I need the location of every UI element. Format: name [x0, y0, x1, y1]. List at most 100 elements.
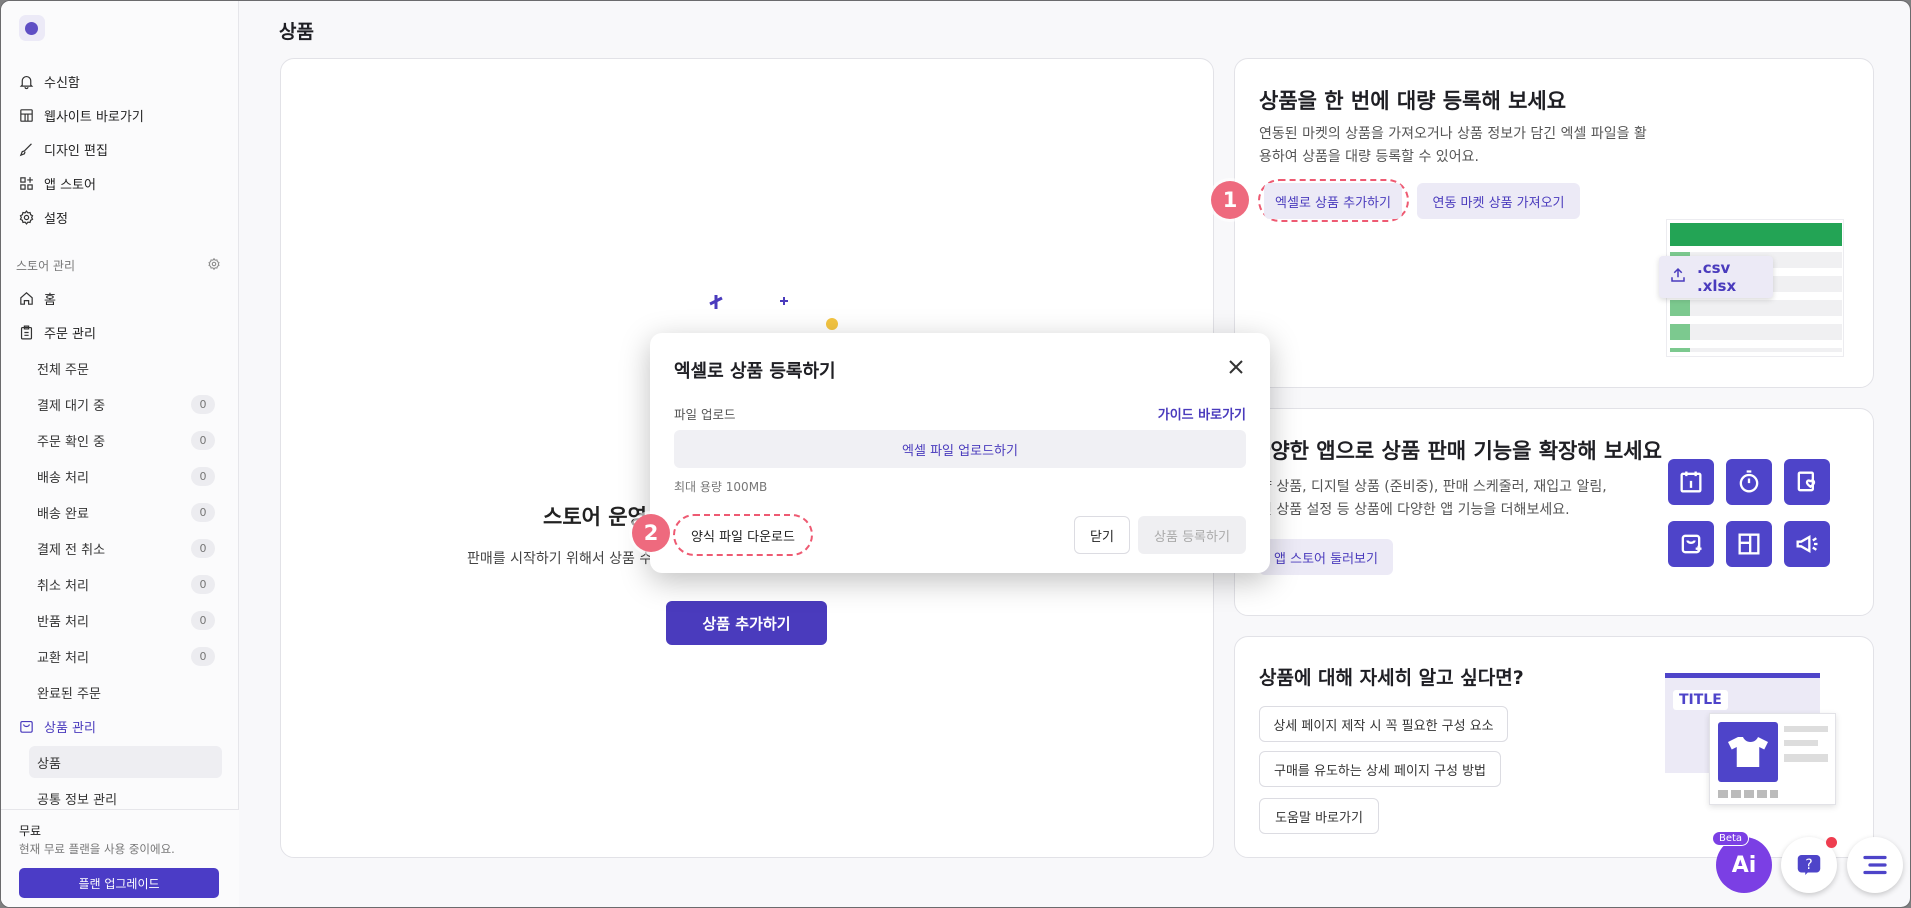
sidebar-subitem-cancel[interactable]: 취소 처리 0 — [37, 568, 223, 600]
sidebar-item-products[interactable]: 상품 관리 — [1, 711, 239, 741]
add-product-button[interactable]: 상품 추가하기 — [666, 601, 827, 645]
notification-dot — [1826, 837, 1837, 848]
sidebar-item-settings[interactable]: 설정 — [1, 202, 239, 232]
sidebar-subitem-shipping[interactable]: 배송 처리 0 — [37, 460, 223, 492]
count-badge: 0 — [191, 574, 215, 594]
calendar-icon — [1668, 459, 1714, 505]
sidebar-item-inbox[interactable]: 수신함 — [1, 66, 239, 96]
box-icon — [17, 717, 35, 735]
count-badge: 0 — [191, 466, 215, 486]
bulk-card-desc-2: 용하여 상품을 대량 등록할 수 있어요. — [1259, 149, 1479, 165]
beta-badge: Beta — [1712, 831, 1750, 846]
sidebar: 수신함 웹사이트 바로가기 디자인 편집 앱 스토어 설정 스토어 관리 홈 주… — [1, 1, 239, 907]
close-button[interactable]: 닫기 — [1074, 516, 1130, 554]
sidebar-subitem-all-orders[interactable]: 전체 주문 — [37, 352, 223, 384]
sidebar-item-appstore[interactable]: 앱 스토어 — [1, 168, 239, 198]
count-badge: 0 — [191, 610, 215, 630]
clipboard-icon — [17, 323, 35, 341]
bell-icon — [17, 72, 35, 90]
subitem-label: 배송 완료 — [37, 506, 89, 522]
subitem-label: 공통 정보 관리 — [37, 792, 118, 808]
browse-appstore-button[interactable]: 앱 스토어 둘러보기 — [1259, 539, 1393, 575]
wishlist-icon — [1784, 459, 1830, 505]
count-badge: 0 — [191, 502, 215, 522]
sidebar-subitem-delivered[interactable]: 배송 완료 0 — [37, 496, 223, 528]
apps-card-desc-2: 련 상품 설정 등 상품에 다양한 앱 기능을 더해보세요. — [1259, 502, 1570, 518]
sidebar-subitem-pending-payment[interactable]: 결제 대기 중 0 — [37, 388, 223, 420]
sidebar-item-label: 웹사이트 바로가기 — [44, 109, 144, 125]
subitem-label: 상품 — [37, 756, 61, 772]
tshirt-icon — [1718, 722, 1778, 782]
upload-excel-button[interactable]: 엑셀 파일 업로드하기 — [674, 430, 1246, 468]
step-marker-1: 1 — [1211, 181, 1249, 219]
empty-state-heading: 스토어 운영 — [543, 505, 647, 529]
count-badge: 0 — [191, 538, 215, 558]
sidebar-item-label: 상품 관리 — [44, 720, 96, 736]
subitem-label: 반품 처리 — [37, 614, 89, 630]
sidebar-item-orders[interactable]: 주문 관리 — [1, 317, 239, 347]
gear-icon[interactable] — [207, 257, 221, 274]
plan-name: 무료 — [19, 824, 42, 838]
gear-icon — [17, 208, 35, 226]
menu-icon[interactable] — [1847, 837, 1903, 893]
guide-link[interactable]: 가이드 바로가기 — [1158, 404, 1246, 423]
layout-icon — [1726, 521, 1772, 567]
subitem-label: 주문 확인 중 — [37, 434, 106, 450]
mock-title: TITLE — [1673, 690, 1728, 710]
sidebar-item-design[interactable]: 디자인 편집 — [1, 134, 239, 164]
megaphone-icon — [1784, 521, 1830, 567]
apps-icon — [17, 174, 35, 192]
learn-card-title: 상품에 대해 자세히 알고 싶다면? — [1259, 667, 1524, 689]
sidebar-item-website[interactable]: 웹사이트 바로가기 — [1, 100, 239, 130]
sidebar-subitem-cancel-before-payment[interactable]: 결제 전 취소 0 — [37, 532, 223, 564]
import-market-products-button[interactable]: 연동 마켓 상품 가져오기 — [1417, 183, 1580, 219]
upload-icon — [1669, 266, 1687, 288]
link-detail-page-method[interactable]: 구매를 유도하는 상세 페이지 구성 방법 — [1259, 751, 1501, 787]
download-template-button[interactable]: 양식 파일 다운로드 — [679, 516, 807, 554]
store-section-header: 스토어 관리 — [16, 257, 221, 274]
sidebar-subitem-return[interactable]: 반품 처리 0 — [37, 604, 223, 636]
upgrade-button[interactable]: 플랜 업그레이드 — [19, 868, 219, 898]
register-products-button[interactable]: 상품 등록하기 — [1138, 516, 1246, 554]
sidebar-subitem-exchange[interactable]: 교환 처리 0 — [37, 640, 223, 672]
subitem-label: 취소 처리 — [37, 578, 89, 594]
link-help[interactable]: 도움말 바로가기 — [1259, 798, 1379, 834]
brush-icon — [17, 140, 35, 158]
count-badge: 0 — [191, 430, 215, 450]
modal-title: 엑셀로 상품 등록하기 — [674, 361, 836, 382]
max-size-note: 최대 용량 100MB — [674, 480, 768, 494]
bag-add-icon — [1668, 521, 1714, 567]
step-marker-2: 2 — [632, 514, 670, 552]
subitem-label: 전체 주문 — [37, 362, 89, 378]
excel-add-product-button[interactable]: 엑셀로 상품 추가하기 — [1264, 183, 1402, 219]
stopwatch-icon — [1726, 459, 1772, 505]
plan-desc: 현재 무료 플랜을 사용 중이에요. — [19, 842, 175, 856]
product-mock-card — [1709, 713, 1836, 805]
subitem-label: 결제 대기 중 — [37, 398, 106, 414]
sidebar-subitem-products[interactable]: 상품 — [29, 746, 222, 778]
link-detail-page-elements[interactable]: 상세 페이지 제작 시 꼭 필요한 구성 요소 — [1259, 706, 1508, 742]
plan-box: 무료 현재 무료 플랜을 사용 중이에요. 플랜 업그레이드 — [1, 809, 239, 907]
sidebar-item-label: 수신함 — [44, 75, 80, 91]
sidebar-item-label: 디자인 편집 — [44, 143, 108, 159]
brand-logo[interactable] — [19, 15, 45, 41]
file-types-label: .csv .xlsx — [1697, 259, 1737, 295]
subitem-label: 완료된 주문 — [37, 686, 101, 702]
count-badge: 0 — [191, 394, 215, 414]
app-window: 수신함 웹사이트 바로가기 디자인 편집 앱 스토어 설정 스토어 관리 홈 주… — [0, 0, 1911, 908]
file-type-chip: .csv .xlsx — [1659, 256, 1773, 298]
svg-text:?: ? — [1805, 857, 1812, 873]
excel-register-modal: 엑셀로 상품 등록하기 파일 업로드 가이드 바로가기 엑셀 파일 업로드하기 … — [632, 333, 1270, 573]
home-icon — [17, 289, 35, 307]
count-badge: 0 — [191, 646, 215, 666]
apps-card-title: 다양한 앱으로 상품 판매 기능을 확장해 보세요 — [1251, 439, 1662, 463]
sidebar-item-label: 설정 — [44, 211, 68, 227]
sidebar-subitem-confirming[interactable]: 주문 확인 중 0 — [37, 424, 223, 456]
bulk-card-desc-1: 연동된 마켓의 상품을 가져오거나 상품 정보가 담긴 엑셀 파일을 활 — [1259, 126, 1647, 142]
empty-state-desc: 판매를 시작하기 위해서 상품 수 — [467, 551, 653, 567]
sidebar-item-home[interactable]: 홈 — [1, 283, 239, 313]
sidebar-subitem-completed[interactable]: 완료된 주문 — [37, 676, 223, 708]
page-title: 상품 — [279, 21, 314, 43]
sidebar-item-label: 앱 스토어 — [44, 177, 96, 193]
close-icon[interactable] — [1224, 355, 1248, 379]
